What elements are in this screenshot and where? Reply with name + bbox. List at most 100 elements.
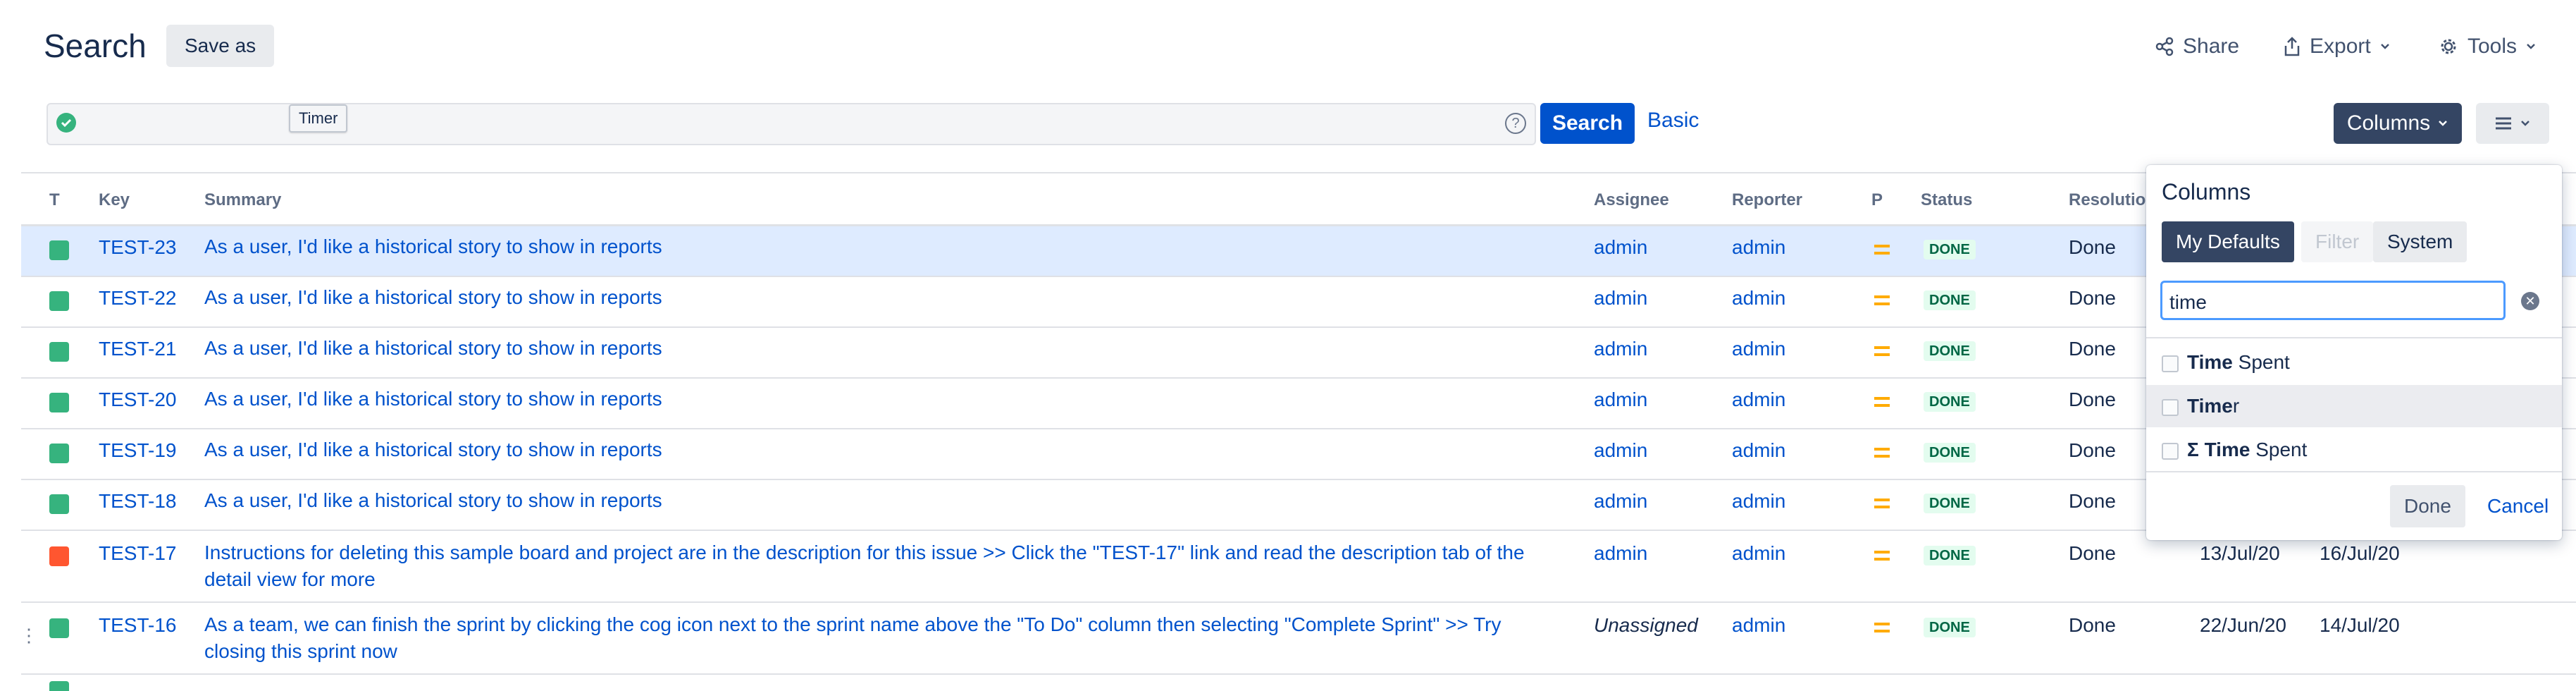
- issue-key-link[interactable]: TEST-17: [99, 542, 176, 565]
- column-option-sum-time-spent[interactable]: Σ Time Spent: [2146, 429, 2562, 471]
- priority-medium-icon: [1874, 397, 1890, 407]
- columns-button[interactable]: Columns: [2334, 103, 2462, 144]
- updated-date: 16/Jul/20: [2320, 542, 2400, 564]
- share-icon: [2155, 37, 2174, 56]
- column-header-status[interactable]: Status: [1921, 190, 1972, 210]
- assignee-link[interactable]: admin: [1594, 287, 1647, 310]
- column-header-assignee[interactable]: Assignee: [1594, 190, 1669, 210]
- resolution-text: Done: [2069, 542, 2116, 564]
- column-header-reporter[interactable]: Reporter: [1732, 190, 1802, 210]
- resolution-text: Done: [2069, 614, 2116, 636]
- table-row[interactable]: TEST-16 As a team, we can finish the spr…: [21, 603, 2576, 675]
- checkbox[interactable]: [2162, 355, 2179, 372]
- option-rest: Spent: [2250, 439, 2308, 460]
- checkbox[interactable]: [2162, 399, 2179, 416]
- layout-menu-button[interactable]: [2476, 103, 2549, 144]
- drag-handle-icon[interactable]: ⋮: [20, 625, 38, 647]
- share-label: Share: [2183, 35, 2240, 58]
- column-header-priority[interactable]: P: [1871, 190, 1883, 210]
- issue-summary-link[interactable]: As a team, we can finish the sprint by c…: [204, 611, 1501, 638]
- assignee-link[interactable]: admin: [1594, 490, 1647, 513]
- issue-key-link[interactable]: TEST-22: [99, 287, 176, 310]
- issue-key-link[interactable]: TEST-21: [99, 338, 176, 360]
- priority-medium-icon: [1874, 623, 1890, 632]
- assignee-link[interactable]: admin: [1594, 439, 1647, 462]
- column-header-summary[interactable]: Summary: [204, 190, 281, 210]
- reporter-link[interactable]: admin: [1732, 542, 1785, 565]
- story-icon: [49, 444, 69, 463]
- basic-search-link[interactable]: Basic: [1647, 109, 1699, 133]
- reporter-link[interactable]: admin: [1732, 287, 1785, 310]
- reporter-link[interactable]: admin: [1732, 439, 1785, 462]
- page-title: Search: [44, 27, 147, 64]
- jql-search-input[interactable]: [47, 103, 1536, 145]
- column-search-input[interactable]: time: [2160, 281, 2506, 320]
- tools-button[interactable]: Tools: [2438, 31, 2537, 62]
- chevron-down-icon: [2527, 44, 2535, 49]
- assignee-link[interactable]: admin: [1594, 338, 1647, 360]
- column-header-type[interactable]: T: [49, 190, 60, 210]
- save-as-button[interactable]: Save as: [166, 25, 275, 67]
- issue-key-link[interactable]: TEST-23: [99, 236, 176, 259]
- help-icon[interactable]: ?: [1505, 113, 1526, 134]
- checkbox[interactable]: [2162, 443, 2179, 460]
- status-badge: DONE: [1924, 443, 1976, 463]
- issue-summary-link[interactable]: As a user, I'd like a historical story t…: [204, 284, 662, 311]
- issue-key-link[interactable]: TEST-18: [99, 490, 176, 513]
- assignee-link[interactable]: admin: [1594, 542, 1647, 565]
- priority-medium-icon: [1874, 499, 1890, 508]
- issue-summary-link[interactable]: As a user, I'd like a historical story t…: [204, 436, 662, 463]
- assignee-link[interactable]: admin: [1594, 236, 1647, 259]
- export-icon: [2284, 37, 2300, 56]
- status-badge: DONE: [1924, 618, 1976, 637]
- story-icon: [49, 240, 69, 260]
- story-icon: [49, 342, 69, 362]
- export-label: Export: [2310, 35, 2371, 58]
- tab-system[interactable]: System: [2373, 221, 2467, 262]
- search-button[interactable]: Search: [1540, 103, 1635, 144]
- issue-summary-link[interactable]: As a user, I'd like a historical story t…: [204, 335, 662, 362]
- resolution-text: Done: [2069, 439, 2116, 461]
- column-header-resolution[interactable]: Resolutio: [2069, 190, 2145, 210]
- gear-icon: [2441, 39, 2456, 54]
- story-icon: [49, 393, 69, 412]
- assignee-unassigned: Unassigned: [1594, 614, 1698, 636]
- done-button[interactable]: Done: [2390, 485, 2465, 527]
- list-icon: [2496, 117, 2511, 130]
- assignee-link[interactable]: admin: [1594, 389, 1647, 411]
- share-button[interactable]: Share: [2155, 31, 2239, 62]
- reporter-link[interactable]: admin: [1732, 490, 1785, 513]
- resolution-text: Done: [2069, 287, 2116, 309]
- issue-key-link[interactable]: TEST-19: [99, 439, 176, 462]
- issue-summary-link[interactable]: As a user, I'd like a historical story t…: [204, 386, 662, 412]
- chevron-down-icon: [2380, 44, 2389, 49]
- priority-medium-icon: [1874, 551, 1890, 561]
- issue-summary-link[interactable]: Instructions for deleting this sample bo…: [204, 539, 1525, 566]
- reporter-link[interactable]: admin: [1732, 338, 1785, 360]
- status-badge: DONE: [1924, 240, 1976, 259]
- clear-icon[interactable]: ✕: [2521, 292, 2539, 310]
- tab-filter: Filter: [2301, 221, 2374, 262]
- column-option-timer[interactable]: Timer: [2146, 385, 2562, 427]
- column-header-key[interactable]: Key: [99, 190, 130, 210]
- cancel-link[interactable]: Cancel: [2487, 495, 2549, 518]
- issue-summary-link[interactable]: As a user, I'd like a historical story t…: [204, 487, 662, 514]
- reporter-link[interactable]: admin: [1732, 389, 1785, 411]
- column-option-time-spent[interactable]: Time Spent: [2146, 341, 2562, 384]
- issue-summary-link[interactable]: closing this sprint now: [204, 638, 397, 665]
- issue-summary-link[interactable]: As a user, I'd like a historical story t…: [204, 233, 662, 260]
- resolution-text: Done: [2069, 490, 2116, 512]
- table-row[interactable]: TEST-17 Instructions for deleting this s…: [21, 531, 2576, 603]
- columns-dropdown: Columns My Defaults Filter System time ✕…: [2146, 165, 2562, 540]
- valid-query-check-icon: [56, 113, 76, 133]
- reporter-link[interactable]: admin: [1732, 614, 1785, 637]
- reporter-link[interactable]: admin: [1732, 236, 1785, 259]
- option-match: Σ Time: [2187, 439, 2250, 460]
- chevron-down-icon: [2521, 121, 2529, 126]
- issue-summary-link[interactable]: detail view for more: [204, 566, 376, 593]
- story-icon: [49, 494, 69, 514]
- issue-key-link[interactable]: TEST-16: [99, 614, 176, 637]
- export-button[interactable]: Export: [2283, 31, 2391, 62]
- issue-key-link[interactable]: TEST-20: [99, 389, 176, 411]
- tab-my-defaults[interactable]: My Defaults: [2162, 221, 2294, 262]
